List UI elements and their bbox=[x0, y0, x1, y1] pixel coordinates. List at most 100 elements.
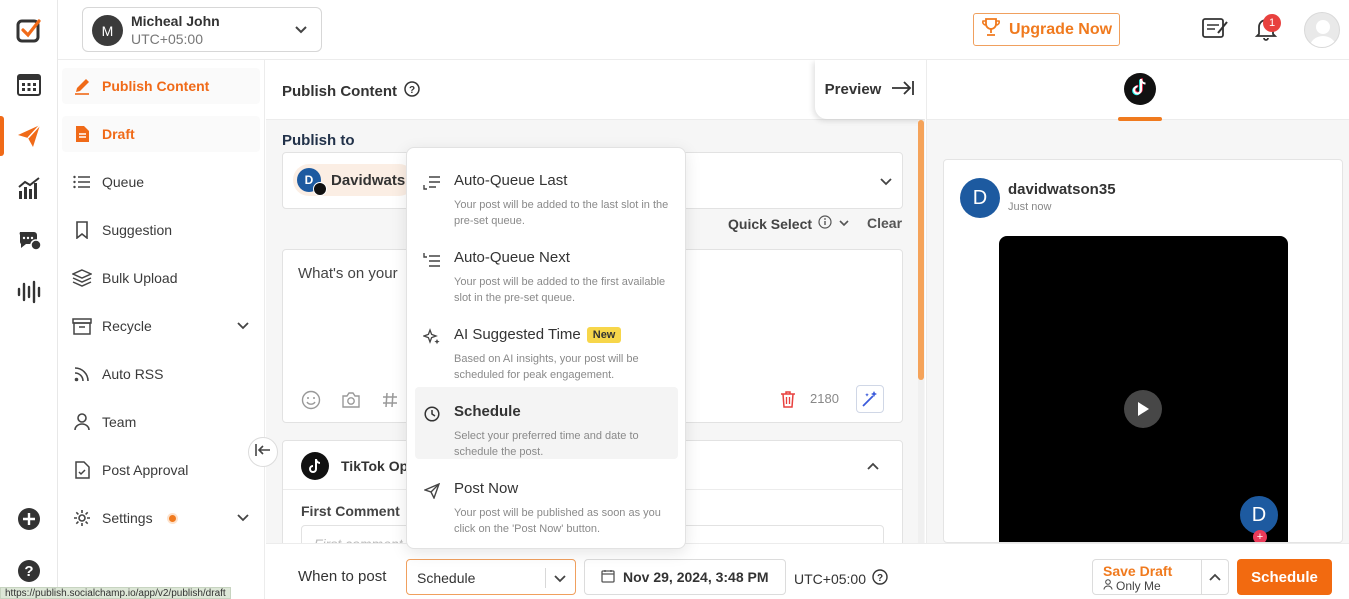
selected-account-name: Davidwats bbox=[331, 171, 406, 189]
preview-time: Just now bbox=[1008, 201, 1052, 213]
option-description: Select your preferred time and date to s… bbox=[454, 430, 639, 458]
clock-icon bbox=[423, 405, 441, 423]
tiktok-preview-card: D davidwatson35 Just now D + bbox=[943, 159, 1343, 543]
new-badge: New bbox=[586, 326, 622, 343]
collapse-sidebar-button[interactable] bbox=[248, 437, 278, 467]
post-timing-dropdown: Auto-Queue Last Your post will be added … bbox=[406, 147, 686, 549]
option-description: Your post will be published as soon as y… bbox=[454, 507, 661, 535]
ai-magic-wand-button[interactable] bbox=[856, 385, 884, 413]
select-divider bbox=[545, 568, 546, 588]
sidebar-item-settings[interactable]: Settings bbox=[62, 500, 260, 536]
first-comment-label: First Comment bbox=[301, 503, 400, 519]
sidebar-item-label: Settings bbox=[102, 510, 153, 526]
option-title: Schedule bbox=[454, 403, 521, 420]
emoji-icon[interactable] bbox=[301, 390, 321, 415]
sidebar-item-label: Auto RSS bbox=[102, 366, 164, 382]
selected-account-chip[interactable]: D Davidwats bbox=[293, 164, 416, 196]
chevron-down-icon[interactable] bbox=[878, 173, 894, 194]
option-schedule[interactable]: Schedule Select your preferred time and … bbox=[415, 387, 678, 459]
chevron-up-icon[interactable] bbox=[866, 459, 880, 478]
post-timing-value: Schedule bbox=[417, 570, 476, 586]
date-time-picker[interactable]: Nov 29, 2024, 3:48 PM bbox=[584, 559, 786, 595]
svg-text:?: ? bbox=[24, 563, 33, 580]
quick-select-label: Quick Select bbox=[728, 215, 813, 232]
sidebar-item-recycle[interactable]: Recycle bbox=[62, 308, 260, 344]
sidebar-item-label: Suggestion bbox=[102, 222, 173, 238]
play-icon[interactable] bbox=[1124, 390, 1162, 428]
layers-icon bbox=[72, 269, 92, 287]
post-timing-select[interactable]: Schedule bbox=[406, 559, 576, 595]
sidebar-item-auto-rss[interactable]: Auto RSS bbox=[62, 356, 260, 392]
sparkle-icon bbox=[423, 328, 441, 346]
sidebar-item-label: Publish Content bbox=[102, 78, 210, 94]
user-avatar[interactable] bbox=[1304, 12, 1340, 48]
sidebar-item-publish-content[interactable]: Publish Content bbox=[62, 68, 260, 104]
preview-toggle-button[interactable]: Preview bbox=[815, 60, 925, 119]
analytics-icon[interactable] bbox=[14, 173, 44, 203]
sidebar-item-bulk-upload[interactable]: Bulk Upload bbox=[62, 260, 260, 296]
calendar-icon bbox=[601, 569, 615, 586]
timezone-value: UTC+05:00 bbox=[794, 570, 866, 587]
listening-icon[interactable] bbox=[14, 277, 44, 307]
arrow-right-bar-icon bbox=[891, 80, 915, 100]
help-icon[interactable]: ? bbox=[872, 569, 888, 588]
tiktok-icon bbox=[1132, 77, 1148, 101]
sidebar-item-queue[interactable]: Queue bbox=[62, 164, 260, 200]
save-draft-button[interactable]: Save Draft Only Me bbox=[1092, 559, 1229, 595]
collapse-left-icon bbox=[255, 443, 271, 462]
sidebar-item-suggestion[interactable]: Suggestion bbox=[62, 212, 260, 248]
preview-network-tabs bbox=[927, 60, 1349, 121]
chevron-down-icon bbox=[293, 21, 309, 42]
hashtag-icon[interactable] bbox=[381, 391, 399, 414]
preview-username: davidwatson35 bbox=[1008, 181, 1116, 198]
option-auto-queue-last[interactable]: Auto-Queue Last Your post will be added … bbox=[415, 156, 678, 228]
draft-visibility: Only Me bbox=[1103, 579, 1161, 593]
sidebar-item-label: Post Approval bbox=[102, 462, 189, 478]
gear-icon bbox=[72, 509, 92, 527]
draft-file-icon bbox=[72, 125, 92, 143]
tab-tiktok[interactable] bbox=[1124, 73, 1156, 105]
document-check-icon bbox=[72, 461, 92, 479]
engage-icon[interactable] bbox=[14, 225, 44, 255]
logo-icon[interactable] bbox=[14, 15, 44, 45]
tiktok-options-header[interactable]: TikTok Op bbox=[301, 452, 408, 480]
button-divider bbox=[1201, 560, 1202, 594]
scrollbar-thumb[interactable] bbox=[918, 120, 924, 380]
trash-icon[interactable] bbox=[780, 390, 796, 413]
account-switcher[interactable]: M Micheal John UTC+05:00 bbox=[82, 7, 322, 52]
add-icon[interactable] bbox=[14, 504, 44, 534]
upgrade-button[interactable]: Upgrade Now bbox=[973, 13, 1120, 46]
clear-button[interactable]: Clear bbox=[867, 215, 902, 231]
option-post-now[interactable]: Post Now Your post will be published as … bbox=[415, 464, 678, 536]
timezone-label: UTC+05:00 ? bbox=[794, 569, 888, 588]
settings-dot bbox=[168, 514, 176, 522]
send-icon bbox=[423, 482, 441, 500]
sidebar-item-label: Recycle bbox=[102, 318, 152, 334]
option-ai-suggested-time[interactable]: AI Suggested Time New Based on AI insight… bbox=[415, 310, 678, 382]
preview-label: Preview bbox=[824, 81, 882, 98]
page-title: Publish Content ? bbox=[282, 81, 420, 101]
sidebar-item-draft[interactable]: Draft bbox=[62, 116, 260, 152]
help-icon[interactable]: ? bbox=[14, 556, 44, 586]
account-avatar: M bbox=[92, 15, 123, 46]
preview-panel: D davidwatson35 Just now D + bbox=[926, 60, 1349, 543]
info-icon[interactable]: ? bbox=[404, 81, 420, 101]
option-auto-queue-next[interactable]: Auto-Queue Next Your post will be added … bbox=[415, 233, 678, 305]
sidebar-item-post-approval[interactable]: Post Approval bbox=[62, 452, 260, 488]
camera-icon[interactable] bbox=[341, 391, 361, 414]
quick-select[interactable]: Quick Select bbox=[728, 215, 850, 232]
option-title: Auto-Queue Next bbox=[454, 249, 570, 266]
schedule-button[interactable]: Schedule bbox=[1237, 559, 1332, 595]
character-count: 2180 bbox=[810, 391, 839, 406]
queue-last-icon bbox=[423, 174, 441, 192]
svg-text:?: ? bbox=[877, 573, 883, 584]
chevron-up-icon[interactable] bbox=[1207, 570, 1223, 591]
user-icon bbox=[72, 413, 92, 431]
tab-active-indicator bbox=[1118, 117, 1162, 121]
sidebar-item-team[interactable]: Team bbox=[62, 404, 260, 440]
when-to-post-label: When to post bbox=[298, 568, 387, 585]
upgrade-label: Upgrade Now bbox=[1008, 20, 1113, 38]
calendar-icon[interactable] bbox=[14, 69, 44, 99]
notes-icon[interactable] bbox=[1200, 14, 1230, 44]
publish-icon[interactable] bbox=[14, 121, 44, 151]
